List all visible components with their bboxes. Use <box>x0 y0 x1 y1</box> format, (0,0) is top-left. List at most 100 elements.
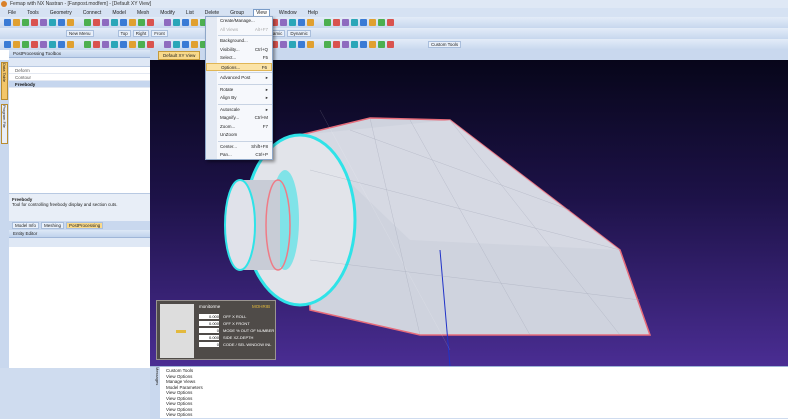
toolbar-icon[interactable] <box>111 19 118 26</box>
dynamic-zoom-button[interactable]: Dynamic <box>287 30 311 37</box>
view-menu-item[interactable]: Select... F5 <box>206 54 272 63</box>
legend-value[interactable]: 0.000 <box>199 321 219 326</box>
toolbar-icon[interactable] <box>307 19 314 26</box>
toolbar-icon[interactable] <box>129 41 136 48</box>
toolbar-icon[interactable] <box>307 41 314 48</box>
toolbar-icon[interactable] <box>182 41 189 48</box>
legend-value[interactable]: 0.000 <box>199 335 219 340</box>
toolbar-icon[interactable] <box>369 41 376 48</box>
toolbar-icon[interactable] <box>40 19 47 26</box>
legend-value[interactable]: 0 <box>199 342 219 347</box>
toolbar-icon[interactable] <box>360 41 367 48</box>
view-menu-item[interactable]: Create/Manage... <box>206 17 272 26</box>
toolbar-icon[interactable] <box>351 41 358 48</box>
tab-meshing[interactable]: Meshing <box>41 222 65 229</box>
toolbar-icon[interactable] <box>298 19 305 26</box>
menu-file[interactable]: File <box>6 10 18 16</box>
menu-delete[interactable]: Delete <box>203 10 221 16</box>
toolbar-icon[interactable] <box>120 19 127 26</box>
toolbar-icon[interactable] <box>138 19 145 26</box>
toolbar-icon[interactable] <box>147 19 154 26</box>
toolbar-icon[interactable] <box>191 41 198 48</box>
toolbar-icon[interactable] <box>289 41 296 48</box>
tab-program-file[interactable]: Program File <box>1 104 8 144</box>
toolbar-icon[interactable] <box>22 41 29 48</box>
toolbar-icon[interactable] <box>22 19 29 26</box>
toolbar-icon[interactable] <box>280 41 287 48</box>
toolbar-icon[interactable] <box>93 41 100 48</box>
menu-connect[interactable]: Connect <box>81 10 104 16</box>
toolbar-icon[interactable] <box>342 41 349 48</box>
toolbar-icon[interactable] <box>120 41 127 48</box>
toolbar-icon[interactable] <box>378 19 385 26</box>
toolbar-icon[interactable] <box>111 41 118 48</box>
toolbar-icon[interactable] <box>342 19 349 26</box>
toolbar-icon[interactable] <box>387 19 394 26</box>
toolbar-icon[interactable] <box>4 41 11 48</box>
menu-group[interactable]: Group <box>228 10 246 16</box>
menu-mesh[interactable]: Mesh <box>135 10 151 16</box>
view-right-button[interactable]: Right <box>132 30 150 37</box>
toolbar-icon[interactable] <box>49 19 56 26</box>
view-front-button[interactable]: Front <box>151 30 168 37</box>
menu-help[interactable]: Help <box>306 10 320 16</box>
view-menu-item[interactable]: Rotate ▸ <box>206 86 272 95</box>
toolbar-icon[interactable] <box>67 19 74 26</box>
toolbox-item-freebody[interactable]: Freebody <box>9 81 150 88</box>
toolbar-icon[interactable] <box>84 19 91 26</box>
toolbar-icon[interactable] <box>93 19 100 26</box>
toolbar-icon[interactable] <box>164 19 171 26</box>
view-menu-item[interactable]: Center... Shift+F8 <box>206 143 272 152</box>
toolbar-icon[interactable] <box>387 41 394 48</box>
view-menu-item[interactable]: Autoscale ▸ <box>206 106 272 115</box>
view-menu-item[interactable]: Visibility... Ctrl+Q <box>206 46 272 55</box>
new-menu-button[interactable]: New Menu <box>66 30 94 37</box>
view-menu-item[interactable]: Advanced Post ▸ <box>206 74 272 83</box>
toolbar-icon[interactable] <box>351 19 358 26</box>
toolbar-icon[interactable] <box>324 41 331 48</box>
menu-window[interactable]: Window <box>277 10 299 16</box>
toolbox-item-deform[interactable]: Deform <box>9 67 150 74</box>
view-top-button[interactable]: Top <box>117 30 131 37</box>
toolbar-icon[interactable] <box>129 19 136 26</box>
view-menu-item[interactable]: UnZoom <box>206 131 272 140</box>
view-menu-item[interactable]: Magnify... Ctrl+M <box>206 114 272 123</box>
toolbar-icon[interactable] <box>298 41 305 48</box>
toolbox-item-contour[interactable]: Contour <box>9 74 150 81</box>
menu-geometry[interactable]: Geometry <box>48 10 74 16</box>
toolbar-icon[interactable] <box>13 41 20 48</box>
toolbar-icon[interactable] <box>360 19 367 26</box>
toolbar-icon[interactable] <box>191 19 198 26</box>
toolbar-icon[interactable] <box>173 19 180 26</box>
toolbar-icon[interactable] <box>102 19 109 26</box>
toolbar-icon[interactable] <box>31 19 38 26</box>
tab-data-table[interactable]: Data Table <box>1 62 8 100</box>
toolbar-icon[interactable] <box>58 41 65 48</box>
toolbar-icon[interactable] <box>138 41 145 48</box>
legend-value[interactable]: 0.000 <box>199 314 219 319</box>
toolbar-icon[interactable] <box>324 19 331 26</box>
toolbar-icon[interactable] <box>333 41 340 48</box>
toolbar-icon[interactable] <box>369 19 376 26</box>
view-menu-item[interactable]: Zoom... F7 <box>206 123 272 132</box>
view-menu-item[interactable]: Align By ▸ <box>206 94 272 103</box>
toolbar-icon[interactable] <box>378 41 385 48</box>
view-menu-item[interactable]: Pan... Ctrl+P <box>206 151 272 160</box>
legend-value[interactable]: 0 <box>199 328 219 333</box>
menu-tools[interactable]: Tools <box>25 10 41 16</box>
tab-model-info[interactable]: Model Info <box>12 222 40 229</box>
toolbar-icon[interactable] <box>102 41 109 48</box>
menu-model[interactable]: Model <box>110 10 128 16</box>
toolbar-icon[interactable] <box>67 41 74 48</box>
toolbar-icon[interactable] <box>49 41 56 48</box>
toolbar-icon[interactable] <box>31 41 38 48</box>
toolbar-icon[interactable] <box>182 19 189 26</box>
toolbar-icon[interactable] <box>173 41 180 48</box>
menu-list[interactable]: List <box>184 10 196 16</box>
toolbar-icon[interactable] <box>58 19 65 26</box>
toolbar-icon[interactable] <box>289 19 296 26</box>
view-menu-item[interactable]: All Views Alt+F7 <box>206 26 272 35</box>
toolbar-icon[interactable] <box>84 41 91 48</box>
toolbar-icon[interactable] <box>147 41 154 48</box>
tab-postprocessing[interactable]: PostProcessing <box>66 222 104 229</box>
